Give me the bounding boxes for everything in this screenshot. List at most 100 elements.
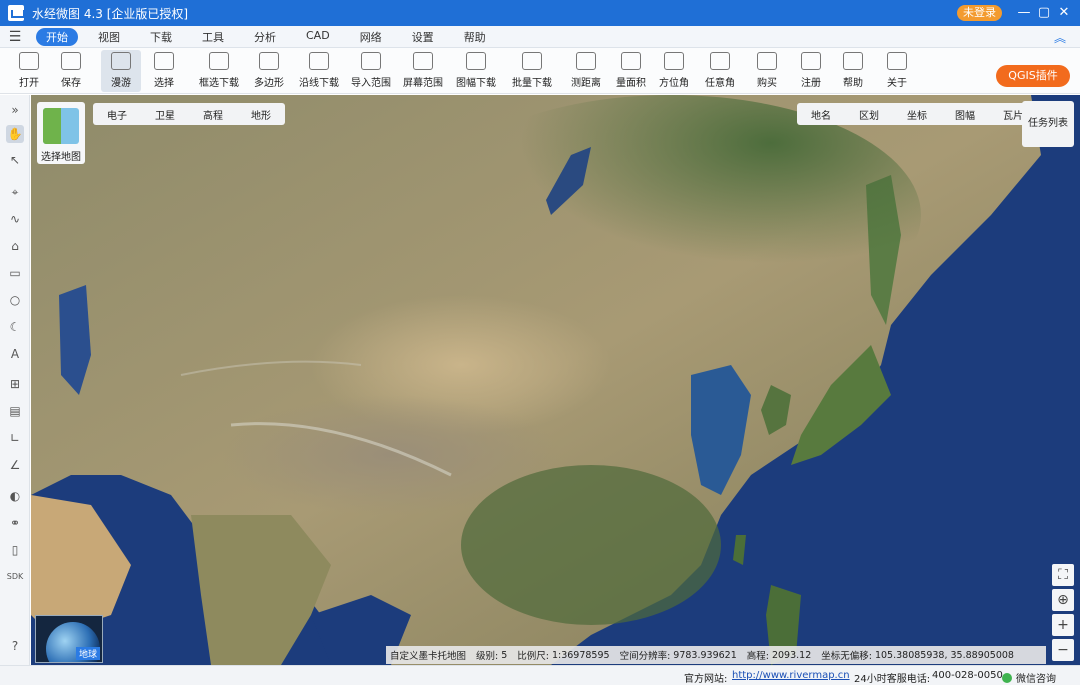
tool-button-9[interactable]: 图幅下载 [453,50,499,92]
tool-label: 批量下载 [512,78,552,89]
tool-label: 任意角 [705,78,735,89]
batch-icon [522,52,542,70]
projection-text: 自定义墨卡托地图 [390,651,467,662]
tool-button-1[interactable]: 保存 [56,50,86,92]
polygon-icon [259,52,279,70]
sdk-icon[interactable]: SDK [6,568,24,586]
qgis-plugin-button[interactable]: QGIS插件 [996,65,1070,87]
coordinates-value: 105.38085938, 35.88905008 [874,649,1014,661]
overlay-tab-3[interactable]: 图幅 [941,107,989,122]
tool-button-7[interactable]: 导入范围 [348,50,394,92]
website-link[interactable]: http://www.rivermap.cn [732,670,850,681]
tool-button-6[interactable]: 沿线下载 [296,50,342,92]
menu-tab-0[interactable]: 开始 [36,27,78,46]
hamburger-menu-icon[interactable]: ☰ [4,29,26,45]
select-arrow-icon[interactable]: ↖ [6,151,24,169]
measure-area-icon[interactable]: ▤ [6,402,24,420]
line-download-icon [309,52,329,70]
layers-color-icon[interactable]: ◐ [6,487,24,505]
tool-label: 沿线下载 [299,78,339,89]
scale-value: 1:36978595 [551,649,610,661]
tool-button-10[interactable]: 批量下载 [509,50,555,92]
tool-label: 方位角 [659,78,689,89]
draw-circle-icon[interactable]: ○ [6,291,24,309]
map-canvas[interactable]: 选择地图 电子 卫星 高程 地形 地名 区划 坐标 图幅 瓦片 任务列表 ⛶ ⊕ + − 地球… [31,95,1080,665]
menu-bar: ☰ 开始 视图 下载 工具 分析 CAD 网络 设置 帮助 ︽ [0,26,1080,48]
collapse-ribbon-button[interactable]: ︽ [1054,29,1066,46]
text-icon[interactable]: A [6,345,24,363]
measure-ruler-icon[interactable]: ⊞ [6,375,24,393]
menu-tab-6[interactable]: 网络 [350,28,392,46]
tool-button-5[interactable]: 多边形 [250,50,288,92]
resolution-label: 空间分辨率: [619,651,671,662]
minimize-button[interactable]: — [1014,3,1034,23]
maximize-button[interactable]: ▢ [1034,3,1054,23]
draw-rectangle-icon[interactable]: ▭ [6,264,24,282]
locate-icon[interactable]: ⊕ [1052,589,1074,611]
draw-arc-icon[interactable]: ☾ [6,318,24,336]
draw-point-icon[interactable]: ⌖ [6,183,24,201]
lock-icon [801,52,821,70]
tool-button-2[interactable]: 漫游 [101,50,141,92]
task-list-button[interactable]: 任务列表 [1022,101,1074,147]
angle-icon[interactable]: ∠ [6,456,24,474]
tool-button-17[interactable]: 帮助 [838,50,868,92]
menu-tab-8[interactable]: 帮助 [454,28,496,46]
level-value: 5 [501,649,508,661]
pan-hand-icon[interactable]: ✋ [6,125,24,143]
zoom-in-button[interactable]: + [1052,614,1074,636]
draw-line-icon[interactable]: ∿ [6,210,24,228]
grid-icon [466,52,486,70]
map-type-tab-3[interactable]: 地形 [237,107,285,122]
overlay-tab-2[interactable]: 坐标 [893,107,941,122]
menu-tab-3[interactable]: 工具 [192,28,234,46]
close-button[interactable]: ✕ [1054,3,1074,23]
title-bar: 水经微图 4.3 [企业版已授权] 未登录 — ▢ ✕ [0,0,1080,26]
menu-tab-5[interactable]: CAD [296,28,340,46]
tool-button-4[interactable]: 框选下载 [196,50,242,92]
map-type-tab-1[interactable]: 卫星 [141,107,189,122]
tool-label: 帮助 [843,78,863,89]
tool-button-3[interactable]: 选择 [146,50,182,92]
map-selector[interactable]: 选择地图 [37,102,85,164]
tool-label: 屏幕范围 [403,78,443,89]
expand-sidebar-icon[interactable]: » [6,101,24,119]
tool-button-11[interactable]: 测距离 [566,50,606,92]
draw-polygon-icon[interactable]: ⌂ [6,237,24,255]
window-title: 水经微图 4.3 [企业版已授权] [32,6,189,21]
fullscreen-icon[interactable]: ⛶ [1052,564,1074,586]
scale-label: 比例尺: [517,651,549,662]
tool-label: 漫游 [111,78,131,89]
tool-label: 关于 [887,78,907,89]
ribbon-toolbar: 打开 保存 漫游 选择 框选下载 多边形 沿线下载 导入范围 屏幕范围 图幅下载 批量下载 测距离 量面… [0,48,1080,94]
azimuth-icon[interactable]: ∟ [6,429,24,447]
tool-button-13[interactable]: 方位角 [656,50,692,92]
wechat-consult-button[interactable]: 微信咨询 [1002,670,1056,685]
overlay-tab-1[interactable]: 区划 [845,107,893,122]
tool-button-12[interactable]: 量面积 [612,50,650,92]
link-icon[interactable]: ⚭ [6,514,24,532]
ruler-icon [576,52,596,70]
zoom-out-button[interactable]: − [1052,639,1074,661]
tool-label: 多边形 [254,78,284,89]
menu-tab-7[interactable]: 设置 [402,28,444,46]
cart-icon [757,52,777,70]
menu-tab-1[interactable]: 视图 [88,28,130,46]
tool-button-14[interactable]: 任意角 [700,50,740,92]
globe-overview[interactable]: 地球 [35,615,103,663]
map-type-tab-0[interactable]: 电子 [93,107,141,122]
tool-button-8[interactable]: 屏幕范围 [400,50,446,92]
menu-tab-4[interactable]: 分析 [244,28,286,46]
login-button[interactable]: 未登录 [957,5,1002,21]
import-icon [361,52,381,70]
device-icon[interactable]: ▯ [6,541,24,559]
help-circle-icon[interactable]: ? [6,637,24,655]
tool-button-18[interactable]: 关于 [882,50,912,92]
tool-button-16[interactable]: 注册 [796,50,826,92]
menu-tab-2[interactable]: 下载 [140,28,182,46]
map-type-tab-2[interactable]: 高程 [189,107,237,122]
overlay-tab-0[interactable]: 地名 [797,107,845,122]
area-icon [621,52,641,70]
tool-button-15[interactable]: 购买 [752,50,782,92]
tool-button-0[interactable]: 打开 [14,50,44,92]
